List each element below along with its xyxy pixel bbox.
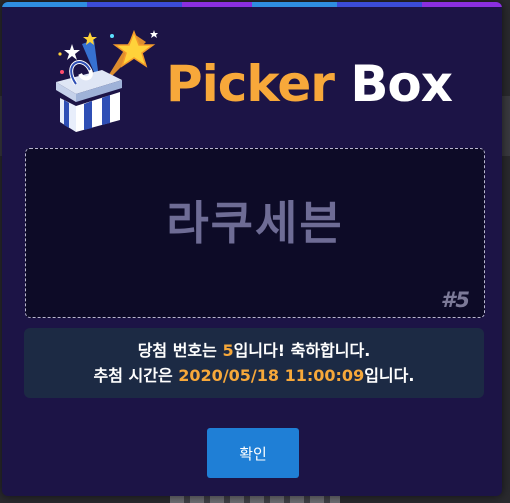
draw-time-suffix: 입니다. (364, 366, 415, 385)
app-title-box: Box (333, 55, 453, 113)
gift-box-stars-icon (56, 29, 158, 132)
draw-time-line: 추첨 시간은 2020/05/18 11:00:09입니다. (24, 365, 484, 387)
picker-box-modal: Picker Box 라쿠세븐 #5 당첨 번호는 5입니다! 축하합니다. 추… (2, 2, 502, 496)
modal-top-color-bar (2, 2, 502, 7)
confirm-button[interactable]: 확인 (207, 428, 299, 478)
result-info-panel: 당첨 번호는 5입니다! 축하합니다. 추첨 시간은 2020/05/18 11… (24, 328, 484, 398)
winning-number-suffix: 입니다! 축하합니다. (233, 341, 371, 360)
winning-number-value: 5 (222, 341, 234, 360)
draw-time-value: 2020/05/18 11:00:09 (178, 366, 365, 385)
app-title-picker: Picker (166, 55, 335, 113)
winning-number-line: 당첨 번호는 5입니다! 축하합니다. (24, 340, 484, 362)
winning-number-prefix: 당첨 번호는 (137, 341, 223, 360)
winner-number-badge: #5 (440, 288, 470, 312)
result-display-box: 라쿠세븐 #5 (25, 148, 485, 318)
winner-name: 라쿠세븐 (166, 196, 344, 250)
app-title: Picker Box (166, 54, 453, 114)
draw-time-prefix: 추첨 시간은 (93, 366, 179, 385)
